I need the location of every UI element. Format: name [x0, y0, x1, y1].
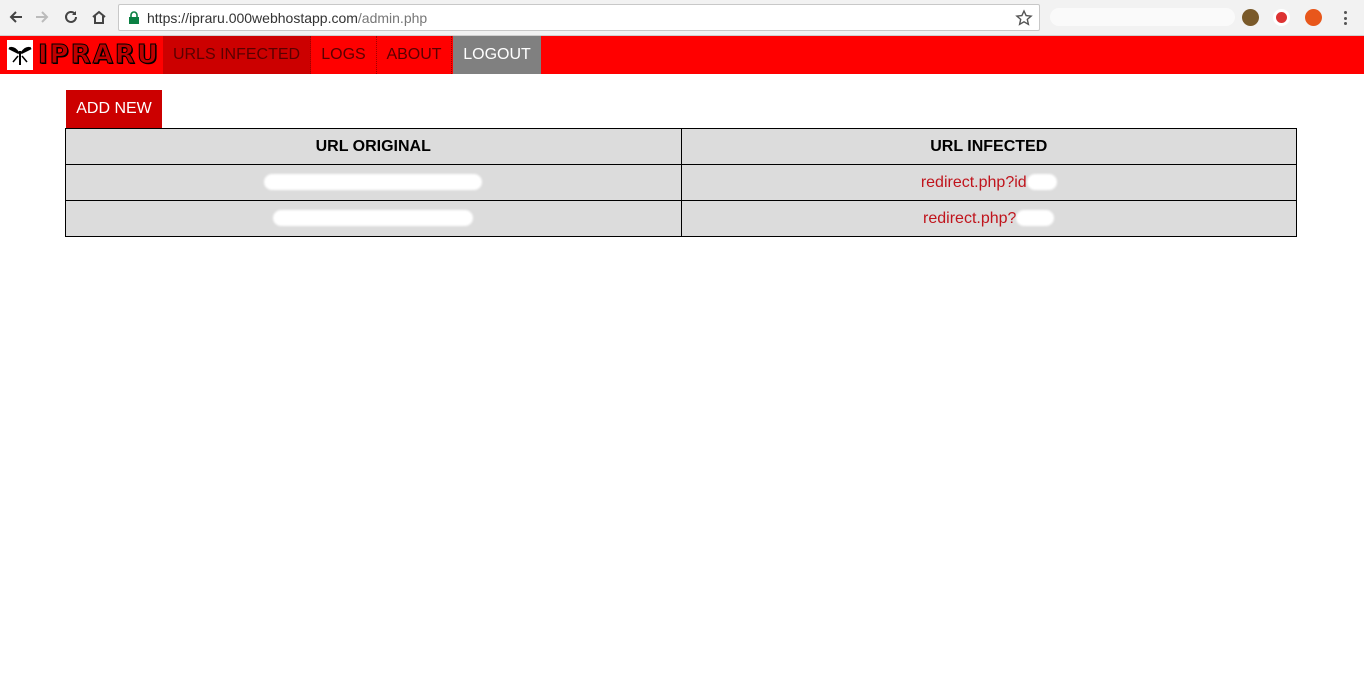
reload-icon[interactable]: [59, 5, 83, 29]
bookmark-star-icon[interactable]: [1015, 9, 1033, 27]
logo[interactable]: IPRARU: [0, 36, 160, 74]
extension-icon[interactable]: [1273, 9, 1290, 26]
table-row: redirect.php?: [65, 200, 1297, 237]
redacted-text: [273, 210, 474, 227]
logo-text: IPRARU: [37, 40, 161, 71]
url-infected-cell[interactable]: redirect.php?id: [680, 164, 1297, 201]
nav-about[interactable]: ABOUT: [377, 36, 452, 74]
nav-logout[interactable]: LOGOUT: [453, 36, 541, 74]
url-host: https://ipraru.000webhostapp.com: [147, 10, 358, 26]
redacted-text: [1016, 210, 1055, 227]
column-header-url-original: URL ORIGINAL: [65, 128, 682, 165]
nav-urls-infected[interactable]: URLS INFECTED: [163, 36, 311, 74]
nav-logs[interactable]: LOGS: [311, 36, 377, 74]
profile-area: [1050, 8, 1235, 26]
mosquito-icon: [7, 40, 33, 70]
home-icon[interactable]: [87, 5, 111, 29]
table-row: redirect.php?id: [65, 164, 1297, 201]
address-bar[interactable]: https://ipraru.000webhostapp.com/admin.p…: [118, 4, 1040, 31]
extension-icon[interactable]: [1305, 9, 1322, 26]
infected-link[interactable]: redirect.php?: [923, 210, 1016, 227]
url-infected-cell[interactable]: redirect.php?: [680, 200, 1297, 237]
app-navbar: IPRARU URLS INFECTED LOGS ABOUT LOGOUT: [0, 36, 1364, 74]
column-header-url-infected: URL INFECTED: [680, 128, 1297, 165]
url-original-cell: [65, 164, 682, 201]
browser-toolbar: https://ipraru.000webhostapp.com/admin.p…: [0, 0, 1364, 36]
add-new-button[interactable]: ADD NEW: [66, 90, 162, 128]
forward-icon[interactable]: [30, 5, 54, 29]
lock-icon: [129, 11, 139, 24]
browser-menu-icon[interactable]: [1340, 9, 1350, 27]
redacted-text: [1026, 174, 1057, 191]
url-path: /admin.php: [357, 10, 428, 26]
redacted-text: [264, 174, 483, 191]
address-url: https://ipraru.000webhostapp.com/admin.p…: [147, 10, 427, 26]
table-header-row: URL ORIGINAL URL INFECTED: [65, 128, 1297, 165]
back-icon[interactable]: [4, 5, 28, 29]
urls-table: URL ORIGINAL URL INFECTED redirect.php?i…: [65, 128, 1297, 237]
url-original-cell: [65, 200, 682, 237]
infected-link[interactable]: redirect.php?id: [921, 174, 1027, 191]
extension-icon[interactable]: [1242, 9, 1259, 26]
